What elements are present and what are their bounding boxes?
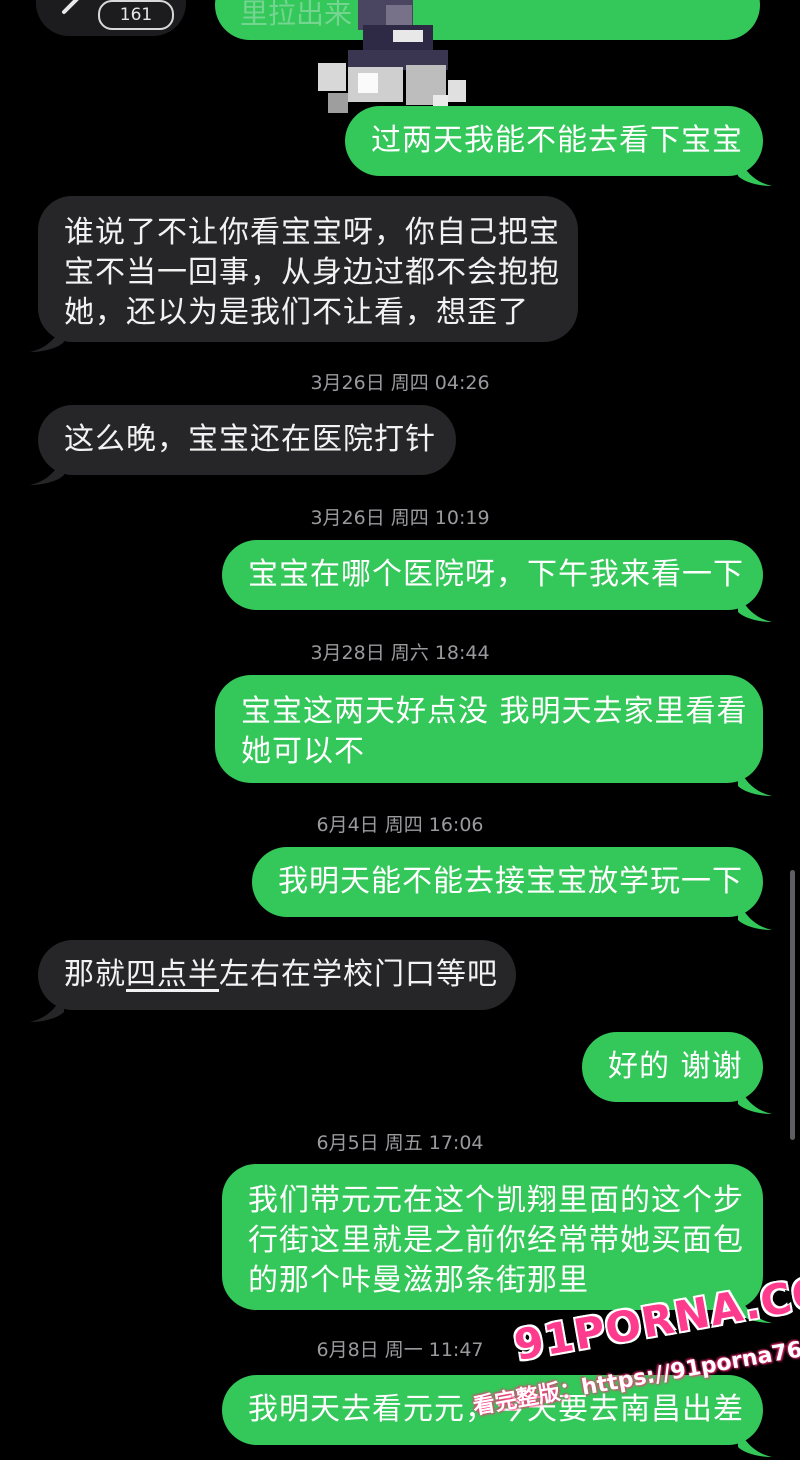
- message-text: 这么晚，宝宝还在医院打针: [64, 422, 436, 457]
- bubble-tail: [738, 156, 772, 186]
- message-bubble-outgoing[interactable]: 过两天我能不能去看下宝宝: [345, 106, 763, 176]
- message-bubble-incoming[interactable]: 那就四点半左右在学校门口等吧: [38, 940, 516, 1010]
- message-bubble-outgoing[interactable]: 我们带元元在这个凯翔里面的这个步 行街这里就是之前你经常带她买面包 的那个咔曼滋…: [222, 1164, 763, 1310]
- message-text-line: 谁说了不让你看宝宝呀，你自己把宝: [64, 215, 560, 250]
- message-text: 好的 谢谢: [608, 1049, 743, 1084]
- scrollbar[interactable]: [790, 870, 795, 1140]
- bubble-tail: [738, 1427, 772, 1457]
- bubble-tail: [738, 766, 772, 796]
- message-bubble-incoming[interactable]: 这么晚，宝宝还在医院打针: [38, 405, 456, 475]
- message-text-line: 行街这里就是之前你经常带她买面包: [248, 1223, 744, 1258]
- bubble-tail: [30, 455, 64, 485]
- message-text: 宝宝在哪个医院呀，下午我来看一下: [248, 557, 744, 592]
- message-text-before: 那就: [64, 957, 126, 992]
- message-text: 我明天能不能去接宝宝放学玩一下: [278, 864, 743, 899]
- unread-count-badge: 161: [98, 0, 174, 30]
- message-text-line: 我们带元元在这个凯翔里面的这个步: [248, 1183, 744, 1218]
- bubble-tail: [30, 322, 64, 352]
- bubble-tail: [30, 992, 64, 1022]
- message-text-line: 宝宝这两天好点没 我明天去家里看看: [241, 694, 748, 729]
- message-bubble-incoming[interactable]: 谁说了不让你看宝宝呀，你自己把宝 宝不当一回事，从身边过都不会抱抱 她，还以为是…: [38, 196, 578, 342]
- message-bubble-outgoing[interactable]: 宝宝这两天好点没 我明天去家里看看 她可以不: [215, 675, 763, 783]
- message-bubble-outgoing[interactable]: 宝宝在哪个医院呀，下午我来看一下: [222, 540, 763, 610]
- message-text: 过两天我能不能去看下宝宝: [371, 123, 743, 158]
- back-button[interactable]: 161: [36, 0, 186, 36]
- timestamp: 3月26日 周四 10:19: [310, 507, 490, 529]
- avatar[interactable]: [318, 0, 488, 120]
- message-text-after: 左右在学校门口等吧: [219, 957, 498, 992]
- timestamp: 6月4日 周四 16:06: [316, 814, 484, 836]
- bubble-tail: [738, 592, 772, 622]
- timestamp: 6月5日 周五 17:04: [316, 1132, 484, 1154]
- message-bubble-outgoing[interactable]: 好的 谢谢: [582, 1032, 763, 1102]
- bubble-tail: [738, 1084, 772, 1114]
- time-link[interactable]: 四点半: [126, 957, 219, 992]
- message-text-line: 她，还以为是我们不让看，想歪了: [64, 295, 529, 330]
- message-bubble-outgoing[interactable]: 我明天能不能去接宝宝放学玩一下: [252, 847, 763, 917]
- bubble-tail: [738, 900, 772, 930]
- message-text-line: 她可以不: [241, 734, 365, 769]
- chevron-left-icon: [62, 0, 79, 14]
- message-text-line: 宝不当一回事，从身边过都不会抱抱: [64, 255, 560, 290]
- timestamp: 3月26日 周四 04:26: [310, 372, 490, 394]
- timestamp: 3月28日 周六 18:44: [310, 642, 490, 664]
